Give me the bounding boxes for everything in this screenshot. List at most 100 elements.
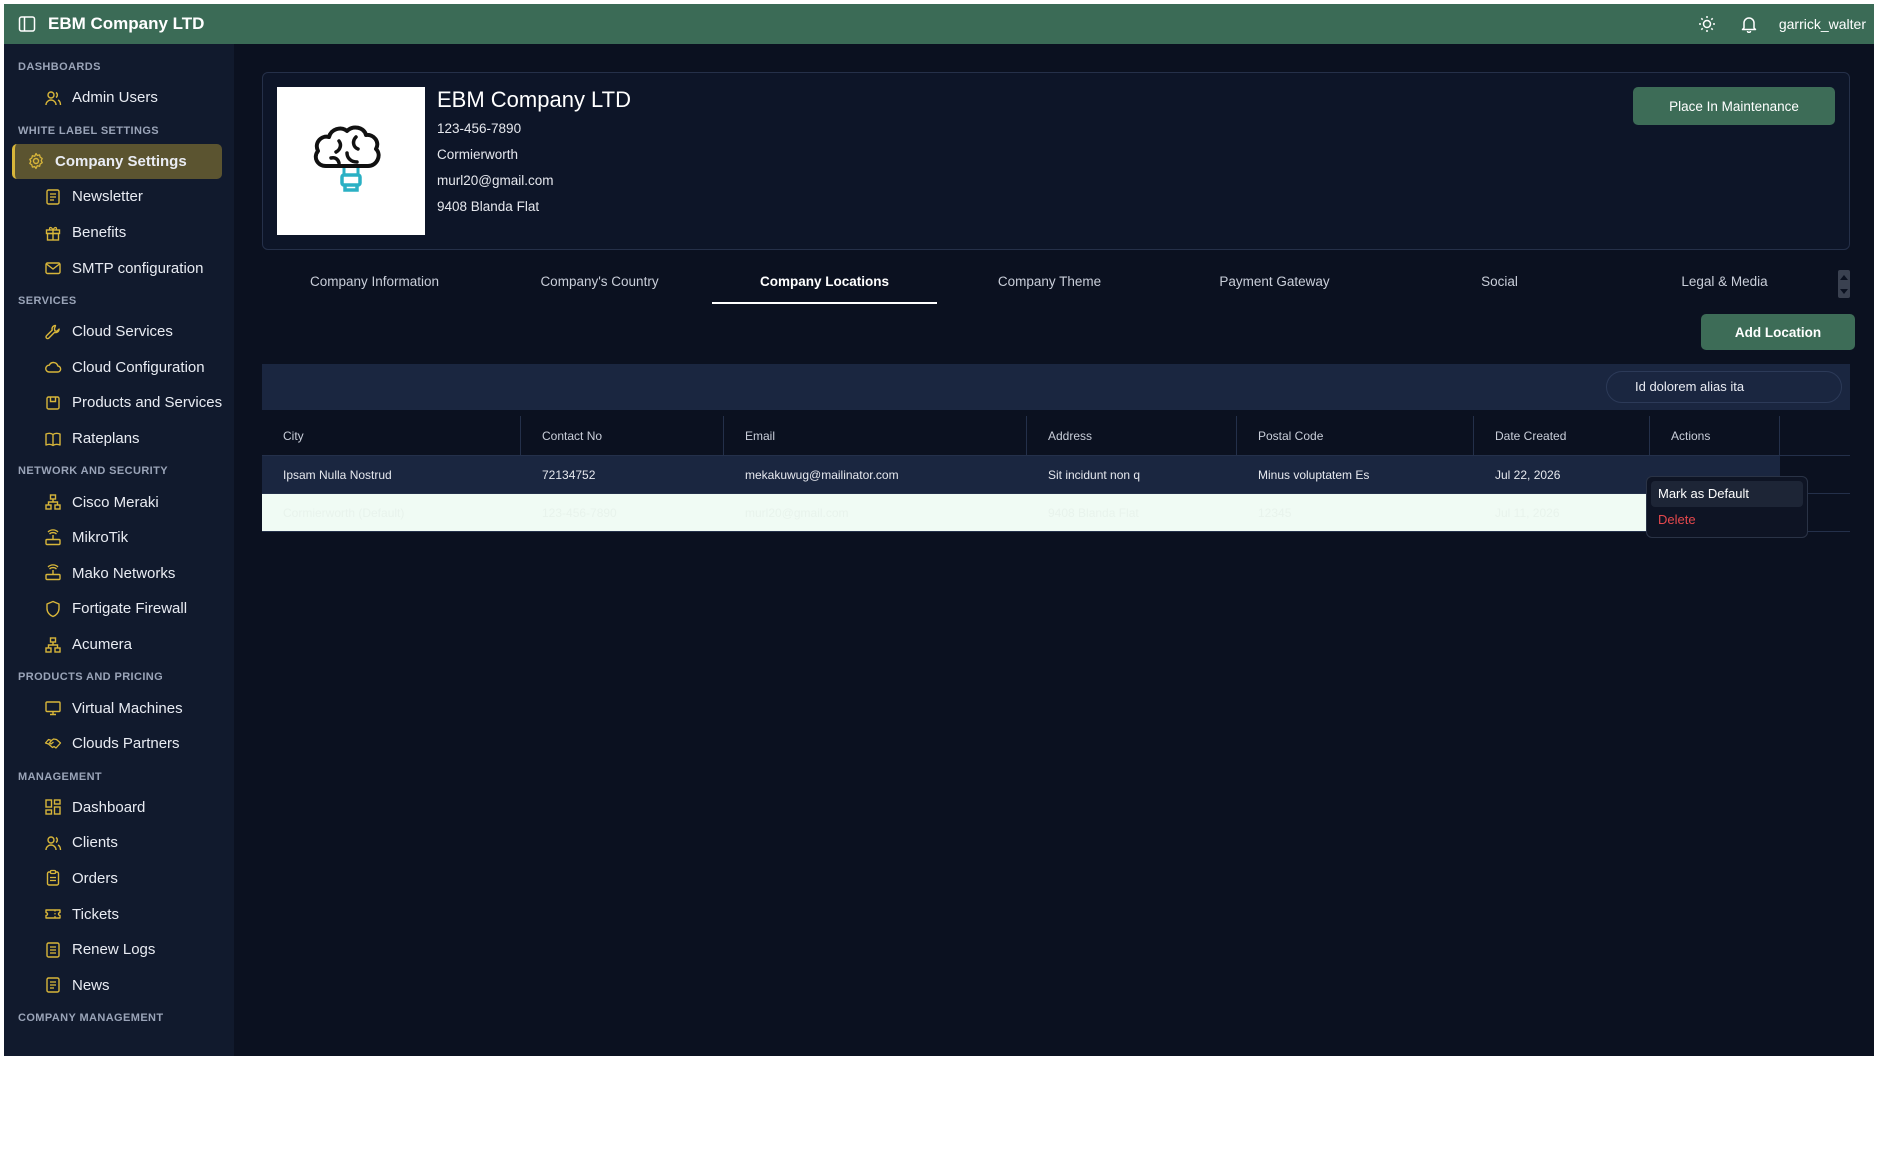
sidebar-item-benefits[interactable]: Benefits [4,215,234,251]
sidebar-item-cloud-configuration[interactable]: Cloud Configuration [4,350,234,386]
cell-postal: 12345 [1258,505,1292,520]
sidebar-item-fortigate-firewall[interactable]: Fortigate Firewall [4,591,234,627]
sidebar-item-virtual-machines[interactable]: Virtual Machines [4,690,234,726]
sidebar-item-label: Mako Networks [72,564,176,582]
mark-as-default-menu-item[interactable]: Mark as Default [1651,481,1803,507]
mail-icon [45,262,61,275]
sidebar-item-newsletter[interactable]: Newsletter [4,179,234,215]
ticket-icon [45,909,61,919]
cell-contact: 123-456-7890 [542,505,617,520]
cloud-icon [45,362,62,374]
tab-social[interactable]: Social [1387,264,1612,304]
sidebar-item-rateplans[interactable]: Rateplans [4,421,234,457]
sidebar-item-label: Clients [72,834,118,852]
delete-menu-item[interactable]: Delete [1651,507,1803,533]
locations-table: City Contact No Email Address Postal Cod… [262,416,1850,532]
column-header-contact[interactable]: Contact No [521,416,724,455]
shield-icon [46,600,60,618]
column-header-address[interactable]: Address [1027,416,1237,455]
sidebar-section-network: NETWORK AND SECURITY [18,465,168,478]
sidebar-item-cloud-services[interactable]: Cloud Services [4,314,234,350]
place-in-maintenance-button[interactable]: Place In Maintenance [1633,87,1835,125]
sidebar-item-label: Virtual Machines [72,699,183,717]
sidebar-item-label: Admin Users [72,89,158,107]
cell-date: Jul 11, 2026 [1495,505,1560,520]
column-header-email[interactable]: Email [724,416,1027,455]
company-name: EBM Company LTD [437,87,631,112]
scroll-down-icon[interactable] [1840,288,1848,294]
cell-address: 9408 Blanda Flat [1048,505,1139,520]
router-icon [45,528,61,545]
theme-toggle-sun-icon[interactable] [1695,12,1719,36]
scroll-up-icon[interactable] [1840,274,1848,280]
sidebar-item-label: Cloud Services [72,323,173,341]
sidebar-item-label: Clouds Partners [72,735,180,753]
table-row[interactable]: Ipsam Nulla Nostrud 72134752 mekakuwug@m… [262,456,1850,494]
company-email: murl20@gmail.com [437,173,554,188]
search-input[interactable]: Id dolorem alias ita [1606,371,1842,403]
sidebar-item-dashboard[interactable]: Dashboard [4,790,234,826]
tab-payment-gateway[interactable]: Payment Gateway [1162,264,1387,304]
sidebar-section-company-management: COMPANY MANAGEMENT [18,1012,164,1025]
tab-company-theme[interactable]: Company Theme [937,264,1162,304]
sidebar-item-smtp-configuration[interactable]: SMTP configuration [4,250,234,286]
sidebar-item-cisco-meraki[interactable]: Cisco Meraki [4,484,234,520]
package-icon [46,396,60,410]
company-details: EBM Company LTD 123-456-7890 Cormierwort… [437,87,631,223]
sidebar-item-label: SMTP configuration [72,259,204,277]
notifications-bell-icon[interactable] [1737,12,1761,36]
sidebar-item-mako-networks[interactable]: Mako Networks [4,556,234,592]
grid-icon [45,799,61,815]
tab-legal-media[interactable]: Legal & Media [1612,264,1837,304]
sidebar-item-acumera[interactable]: Acumera [4,627,234,663]
company-header-card: EBM Company LTD 123-456-7890 Cormierwort… [262,72,1850,250]
sidebar-item-news[interactable]: News [4,967,234,1003]
sidebar-section-services: SERVICES [18,294,77,307]
tab-company-country[interactable]: Company's Country [487,264,712,304]
sidebar-item-company-settings[interactable]: Company Settings [12,143,222,180]
sidebar-section-products-pricing: PRODUCTS AND PRICING [18,671,164,684]
row-actions-menu: Mark as Default Delete [1646,476,1808,538]
network-icon [45,494,61,510]
sidebar-item-label: Acumera [72,636,133,654]
sidebar-item-tickets[interactable]: Tickets [4,896,234,932]
sidebar-item-renew-logs[interactable]: Renew Logs [4,932,234,968]
cell-email: murl20@gmail.com [745,505,849,520]
sidebar-item-label: Company Settings [55,152,187,170]
sidebar-item-clouds-partners[interactable]: Clouds Partners [4,726,234,762]
tab-company-information[interactable]: Company Information [262,264,487,304]
cell-address: Sit incidunt non q [1048,467,1141,482]
sidebar-item-clients[interactable]: Clients [4,825,234,861]
sidebar-item-products-and-services[interactable]: Products and Services [4,385,234,421]
table-header: City Contact No Email Address Postal Cod… [262,416,1850,456]
sidebar-item-label: Tickets [72,905,119,923]
tab-company-locations[interactable]: Company Locations [712,264,937,304]
router-icon [45,564,61,581]
sidebar-item-label: Products and Services [72,394,223,412]
sidebar-item-mikrotik[interactable]: MikroTik [4,520,234,556]
column-header-actions: Actions [1650,416,1780,455]
column-header-date[interactable]: Date Created [1474,416,1650,455]
company-tabs: Company Information Company's Country Co… [262,264,1850,304]
sidebar-item-admin-users[interactable]: Admin Users [4,80,234,116]
sidebar-item-label: News [72,976,110,994]
column-header-postal[interactable]: Postal Code [1237,416,1474,455]
table-row[interactable]: Cormierworth (Default) 123-456-7890 murl… [262,494,1850,532]
sidebar-item-label: Renew Logs [72,941,156,959]
add-location-button[interactable]: Add Location [1701,314,1855,350]
clipboard-icon [46,870,60,887]
sidebar-item-label: Newsletter [72,188,143,206]
user-menu[interactable]: garrick_walter [1779,16,1866,32]
column-header-city[interactable]: City [262,416,521,455]
tab-scroll-control[interactable] [1838,270,1850,298]
list-icon [46,941,60,958]
users-icon [45,836,62,850]
sidebar-item-label: Dashboard [72,798,146,816]
sidebar-section-dashboards: DASHBOARDS [18,61,101,73]
cell-postal: Minus voluptatem Es [1258,467,1370,482]
sidebar-item-orders[interactable]: Orders [4,861,234,897]
newspaper-icon [46,977,60,993]
sidebar-item-label: Rateplans [72,430,140,448]
cell-city: Ipsam Nulla Nostrud [283,467,392,482]
sidebar-toggle-icon[interactable] [16,13,38,35]
